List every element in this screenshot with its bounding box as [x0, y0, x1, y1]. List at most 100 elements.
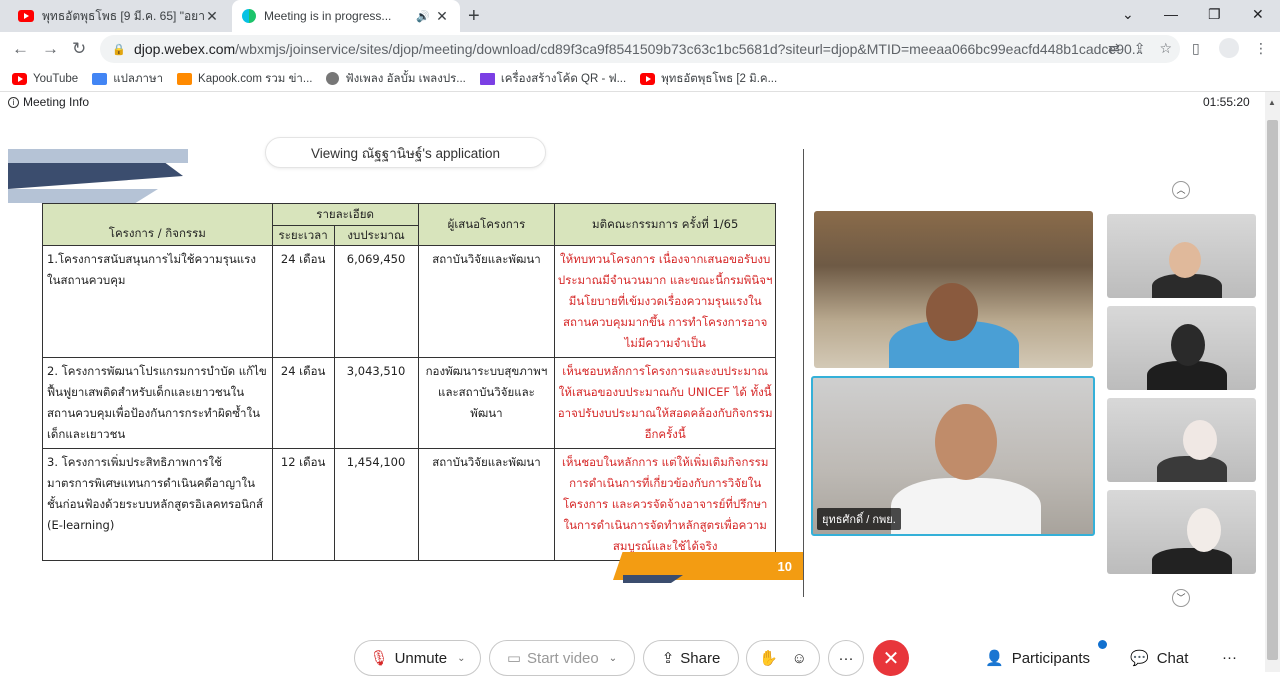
- cell-proposer: สถาบันวิจัยและพัฒนา: [417, 448, 556, 561]
- header-details: รายละเอียด: [271, 203, 419, 226]
- browser-tab-strip: พุทธอัตพุธโพธ [9 มี.ค. 65] "อยากก่อ ✕ Me…: [0, 0, 1280, 32]
- bookmarks-bar: YouTube แปลภาษา Kapook.com รวม ข่า... ฟั…: [0, 66, 1280, 92]
- close-window-icon[interactable]: ✕: [1252, 6, 1264, 23]
- chevron-up-icon[interactable]: ︿: [1172, 181, 1190, 199]
- cell-project: 3. โครงการเพิ่มประสิทธิภาพการใช้มาตรการพ…: [42, 448, 273, 561]
- video-tile[interactable]: [814, 211, 1093, 368]
- bookmark-item[interactable]: YouTube: [12, 72, 78, 85]
- chat-button[interactable]: 💬 Chat: [1130, 649, 1188, 668]
- share-button[interactable]: ⇪ Share: [643, 640, 739, 676]
- profile-avatar-icon[interactable]: [1219, 38, 1239, 58]
- chevron-down-icon[interactable]: ⌄: [457, 653, 465, 664]
- page-scrollbar[interactable]: ▲: [1265, 92, 1280, 672]
- close-tab-icon[interactable]: ✕: [434, 8, 450, 25]
- tab-title: Meeting is in progress...: [264, 9, 392, 23]
- bookmark-item[interactable]: Kapook.com รวม ข่า...: [177, 70, 312, 88]
- restore-icon[interactable]: ❐: [1208, 6, 1221, 23]
- start-video-button[interactable]: ▭ Start video ⌄: [489, 640, 635, 676]
- share-page-icon[interactable]: ⇪: [1134, 40, 1146, 57]
- webex-meeting-view: i Meeting Info 01:55:20 ▲ โครงการ / กิจก…: [0, 92, 1280, 682]
- bookmark-item[interactable]: เครื่องสร้างโค้ด QR - ฟ...: [479, 70, 626, 88]
- video-tile[interactable]: [1107, 398, 1256, 482]
- reactions-emoji-icon[interactable]: ☺: [792, 650, 807, 667]
- scroll-thumb[interactable]: [1267, 120, 1278, 660]
- webex-icon: [242, 9, 256, 23]
- cell-proposer: กองพัฒนาระบบสุขภาพฯ และสถาบันวิจัยและพัฒ…: [417, 357, 556, 449]
- speaker-icon[interactable]: 🔊: [416, 10, 430, 23]
- back-icon[interactable]: ←: [12, 39, 29, 59]
- cell-duration: 24 เดือน: [271, 245, 335, 358]
- close-icon: ✕: [882, 647, 900, 670]
- unmute-button[interactable]: 🎙 Unmute ⌄: [354, 640, 481, 676]
- google-translate-icon: [92, 72, 108, 85]
- raise-hand-icon[interactable]: ✋: [759, 649, 778, 667]
- table-row: 2. โครงการพัฒนาโปรแกรมการบำบัด แก้ไข ฟื้…: [42, 357, 776, 449]
- cell-duration: 12 เดือน: [271, 448, 335, 561]
- youtube-icon: [640, 72, 656, 85]
- slide-decoration: [8, 189, 158, 203]
- cell-resolution: ให้ทบทวนโครงการ เนื่องจากเสนอขอรับงบประม…: [554, 245, 776, 358]
- chevron-down-icon[interactable]: ⌄: [609, 653, 617, 664]
- tab-youtube[interactable]: พุทธอัตพุธโพธ [9 มี.ค. 65] "อยากก่อ ✕: [8, 0, 230, 32]
- close-tab-icon[interactable]: ✕: [204, 8, 220, 25]
- minimize-icon[interactable]: —: [1164, 6, 1178, 22]
- chat-bubble-icon: 💬: [1130, 650, 1149, 667]
- video-off-icon: ▭: [506, 650, 522, 667]
- meeting-info-button[interactable]: i Meeting Info: [8, 95, 89, 109]
- lock-icon: 🔒: [112, 43, 126, 56]
- video-tile[interactable]: [1107, 214, 1256, 298]
- chevron-down-icon[interactable]: ﹀: [1172, 589, 1190, 607]
- participant-video: [891, 478, 1041, 534]
- bookmark-item[interactable]: ฟังเพลง อัลบั้ม เพลงปร...: [326, 70, 466, 88]
- reload-icon[interactable]: ↻: [72, 39, 86, 59]
- participant-video: [926, 283, 978, 341]
- projects-table: โครงการ / กิจกรรม รายละเอียด ผู้เสนอโครง…: [42, 203, 776, 561]
- video-tile[interactable]: [1107, 490, 1256, 574]
- tab-webex-meeting[interactable]: Meeting is in progress... 🔊 ✕: [232, 0, 460, 32]
- muted-mic-icon: 🎙: [369, 650, 389, 667]
- notification-badge: [1098, 640, 1107, 649]
- forward-icon[interactable]: →: [42, 39, 59, 59]
- leave-meeting-button[interactable]: ✕: [873, 640, 909, 676]
- header-project: โครงการ / กิจกรรม: [42, 203, 273, 246]
- side-panel-icon[interactable]: ▯: [1192, 40, 1200, 57]
- overflow-menu-button[interactable]: ···: [1222, 649, 1237, 666]
- cell-proposer: สถาบันวิจัยและพัฒนา: [417, 245, 556, 358]
- more-options-button[interactable]: ···: [828, 640, 864, 676]
- tab-search-icon[interactable]: ⌄: [1122, 6, 1134, 23]
- new-tab-button[interactable]: +: [468, 5, 480, 28]
- bookmark-star-icon[interactable]: ☆: [1159, 40, 1172, 57]
- video-tile[interactable]: [1107, 306, 1256, 390]
- url-host: djop.webex.com: [134, 41, 236, 57]
- active-speaker-tile[interactable]: ยุทธศักดิ์ / กพย.: [811, 376, 1095, 536]
- cell-budget: 6,069,450: [333, 245, 419, 358]
- qr-code-icon: [479, 72, 495, 85]
- cell-project: 1.โครงการสนับสนุนการไม่ใช้ความรุนแรงในสถ…: [42, 245, 273, 358]
- bookmark-item[interactable]: พุทธอัตพุธโพธ [2 มิ.ค...: [640, 70, 777, 88]
- meeting-timer: 01:55:20: [1203, 95, 1250, 109]
- participant-video: [1157, 456, 1227, 482]
- info-icon: i: [8, 96, 19, 108]
- tab-title: พุทธอัตพุธโพธ [9 มี.ค. 65] "อยากก่อ: [42, 8, 204, 23]
- youtube-icon: [18, 10, 34, 22]
- table-row: 3. โครงการเพิ่มประสิทธิภาพการใช้มาตรการพ…: [42, 448, 776, 561]
- participants-icon: 👤: [985, 650, 1004, 667]
- participant-video: [1169, 242, 1201, 278]
- share-screen-icon: ⇪: [661, 650, 675, 667]
- address-bar[interactable]: 🔒 djop.webex.com /wbxmjs/joinservice/sit…: [100, 35, 1180, 63]
- participants-button[interactable]: 👤 Participants: [985, 649, 1090, 668]
- bookmark-item[interactable]: แปลภาษา: [92, 70, 163, 88]
- participant-video: [935, 404, 997, 480]
- globe-icon: [326, 72, 340, 85]
- translate-icon[interactable]: ⇄: [1108, 40, 1120, 57]
- header-budget: งบประมาณ: [333, 225, 419, 246]
- shared-application-slide: โครงการ / กิจกรรม รายละเอียด ผู้เสนอโครง…: [8, 149, 804, 597]
- participant-video: [1187, 508, 1221, 552]
- menu-kebab-icon[interactable]: ⋮: [1254, 40, 1268, 57]
- table-row: 1.โครงการสนับสนุนการไม่ใช้ความรุนแรงในสถ…: [42, 245, 776, 358]
- header-duration: ระยะเวลา: [271, 225, 335, 246]
- header-proposer: ผู้เสนอโครงการ: [417, 203, 556, 246]
- url-path: /wbxmjs/joinservice/sites/djop/meeting/d…: [235, 41, 1144, 57]
- scroll-up-icon[interactable]: ▲: [1268, 98, 1276, 107]
- cell-duration: 24 เดือน: [271, 357, 335, 449]
